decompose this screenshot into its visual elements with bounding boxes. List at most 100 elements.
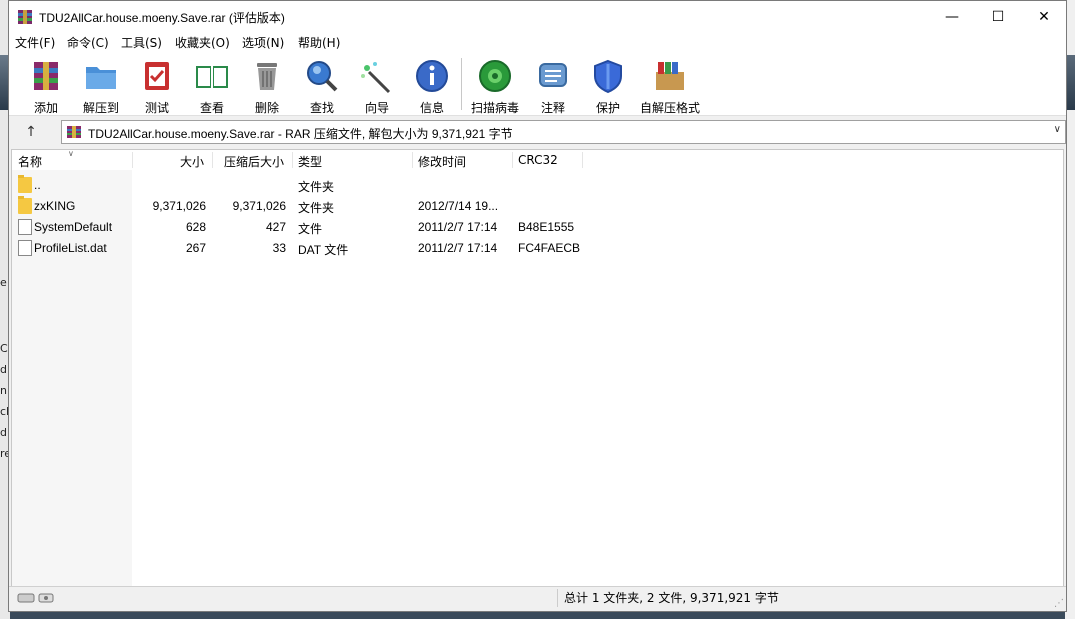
menu-help[interactable]: 帮助(H) xyxy=(298,34,340,51)
up-folder-button[interactable]: ↑ xyxy=(21,122,41,142)
winrar-app-icon xyxy=(18,10,32,24)
find-label: 查找 xyxy=(309,101,334,115)
window-title: TDU2AllCar.house.moeny.Save.rar (评估版本) xyxy=(39,11,285,25)
sfx-box-icon xyxy=(656,62,684,90)
file-icon xyxy=(18,240,32,256)
scan-virus-label: 扫描病毒 xyxy=(470,101,519,115)
file-size: 9,371,026 xyxy=(152,199,206,213)
column-header-type[interactable]: 类型 xyxy=(298,153,322,170)
protect-label: 保护 xyxy=(595,101,620,115)
desktop-text-fragment: n xyxy=(0,384,7,397)
test-button[interactable]: 测试 xyxy=(129,54,185,115)
wizard-wand-icon xyxy=(361,62,391,94)
address-bar: ↑ TDU2AllCar.house.moeny.Save.rar - RAR … xyxy=(9,116,1066,148)
toolbar-separator xyxy=(461,58,462,110)
column-divider xyxy=(512,152,513,168)
desktop-text-fragment: C xyxy=(0,342,8,355)
shield-icon xyxy=(594,59,622,94)
view-button[interactable]: 查看 xyxy=(184,54,240,115)
find-button[interactable]: 查找 xyxy=(294,54,350,115)
column-header-modified[interactable]: 修改时间 xyxy=(418,153,466,170)
maximize-button[interactable]: ☐ xyxy=(975,1,1021,32)
column-divider xyxy=(292,152,293,168)
desktop-text-fragment: d xyxy=(0,426,7,439)
menu-favorites[interactable]: 收藏夹(O) xyxy=(175,34,230,51)
sfx-button[interactable]: 自解压格式 xyxy=(638,54,702,115)
winrar-window: TDU2AllCar.house.moeny.Save.rar (评估版本) —… xyxy=(8,0,1067,612)
extract-folder-icon xyxy=(86,67,116,89)
column-header-size[interactable]: 大小 xyxy=(180,153,204,170)
info-icon xyxy=(416,60,448,92)
archive-path-dropdown[interactable]: TDU2AllCar.house.moeny.Save.rar - RAR 压缩… xyxy=(61,120,1066,144)
table-row[interactable]: ProfileList.dat 267 33 DAT 文件 2011/2/7 1… xyxy=(12,238,1063,259)
virus-scan-icon xyxy=(479,60,511,92)
sfx-label: 自解压格式 xyxy=(639,101,700,115)
resize-grip-icon[interactable]: ⋰ xyxy=(1054,598,1064,609)
file-name: .. xyxy=(34,178,41,192)
minimize-button[interactable]: — xyxy=(929,1,975,32)
wizard-button[interactable]: 向导 xyxy=(349,54,405,115)
rar-archive-icon xyxy=(67,126,81,138)
file-type: 文件 xyxy=(298,222,323,236)
file-packed-size: 33 xyxy=(272,241,286,255)
column-headers: 名称 ∨ 大小 压缩后大小 类型 修改时间 CRC32 xyxy=(12,149,1063,170)
column-header-crc[interactable]: CRC32 xyxy=(518,153,558,167)
desktop-text-fragment: e xyxy=(0,276,7,289)
file-type: 文件夹 xyxy=(298,180,335,194)
info-button[interactable]: 信息 xyxy=(404,54,460,115)
wizard-label: 向导 xyxy=(364,101,389,115)
file-name: zxKING xyxy=(34,199,76,213)
file-list: 名称 ∨ 大小 压缩后大小 类型 修改时间 CRC32 .. 文件夹 zxKIN… xyxy=(11,149,1064,587)
table-row[interactable]: .. 文件夹 xyxy=(12,175,1063,196)
file-name: SystemDefault xyxy=(34,220,113,234)
status-summary: 总计 1 文件夹, 2 文件, 9,371,921 字节 xyxy=(557,589,779,607)
magnifier-icon xyxy=(307,61,338,92)
file-name: ProfileList.dat xyxy=(34,241,107,255)
menu-tools[interactable]: 工具(S) xyxy=(121,34,162,51)
add-label: 添加 xyxy=(33,101,58,115)
title-bar[interactable]: TDU2AllCar.house.moeny.Save.rar (评估版本) —… xyxy=(9,1,1066,32)
comment-label: 注释 xyxy=(540,101,565,115)
table-row[interactable]: zxKING 9,371,026 9,371,026 文件夹 2012/7/14… xyxy=(12,196,1063,217)
chevron-down-icon[interactable]: ∨ xyxy=(1054,124,1061,135)
close-button[interactable]: ✕ xyxy=(1021,1,1067,32)
column-divider xyxy=(212,152,213,168)
view-label: 查看 xyxy=(199,101,224,115)
table-row[interactable]: SystemDefault 628 427 文件 2011/2/7 17:14 … xyxy=(12,217,1063,238)
status-bar: 总计 1 文件夹, 2 文件, 9,371,921 字节 ⋰ xyxy=(9,586,1066,611)
file-size: 628 xyxy=(185,220,206,234)
delete-label: 删除 xyxy=(254,101,279,115)
delete-button[interactable]: 删除 xyxy=(239,54,295,115)
file-modified: 2011/2/7 17:14 xyxy=(418,241,498,255)
file-crc: FC4FAECB xyxy=(518,241,581,255)
column-divider xyxy=(582,152,583,168)
test-label: 测试 xyxy=(144,101,169,115)
file-packed-size: 427 xyxy=(265,220,286,234)
menu-options[interactable]: 选项(N) xyxy=(242,34,284,51)
view-book-icon xyxy=(196,66,228,88)
extract-to-label: 解压到 xyxy=(82,101,119,115)
file-modified: 2011/2/7 17:14 xyxy=(418,220,498,234)
test-clipboard-icon xyxy=(145,62,169,90)
toolbar: 添加 解压到 测试 查看 删除 查找 向导 信息 扫描病毒 注释 保护 自解压格… xyxy=(9,52,1066,116)
column-header-name[interactable]: 名称 xyxy=(18,153,42,170)
add-archive-icon xyxy=(34,62,58,90)
column-divider xyxy=(412,152,413,168)
protect-button[interactable]: 保护 xyxy=(580,54,636,115)
column-divider xyxy=(132,152,133,168)
extract-to-button[interactable]: 解压到 xyxy=(73,54,129,115)
sort-arrow-icon: ∨ xyxy=(68,149,74,158)
comment-button[interactable]: 注释 xyxy=(525,54,581,115)
menu-command[interactable]: 命令(C) xyxy=(67,34,109,51)
file-icon xyxy=(18,219,32,235)
scan-virus-button[interactable]: 扫描病毒 xyxy=(467,54,523,115)
menu-file[interactable]: 文件(F) xyxy=(15,34,55,51)
menu-bar: 文件(F) 命令(C) 工具(S) 收藏夹(O) 选项(N) 帮助(H) xyxy=(9,32,1066,52)
file-packed-size: 9,371,026 xyxy=(232,199,286,213)
info-label: 信息 xyxy=(419,101,444,115)
drive-key-icon[interactable] xyxy=(17,591,57,605)
file-type: DAT 文件 xyxy=(298,243,349,257)
add-button[interactable]: 添加 xyxy=(18,54,74,115)
column-header-packed[interactable]: 压缩后大小 xyxy=(224,153,284,170)
archive-path-text: TDU2AllCar.house.moeny.Save.rar - RAR 压缩… xyxy=(88,127,513,141)
